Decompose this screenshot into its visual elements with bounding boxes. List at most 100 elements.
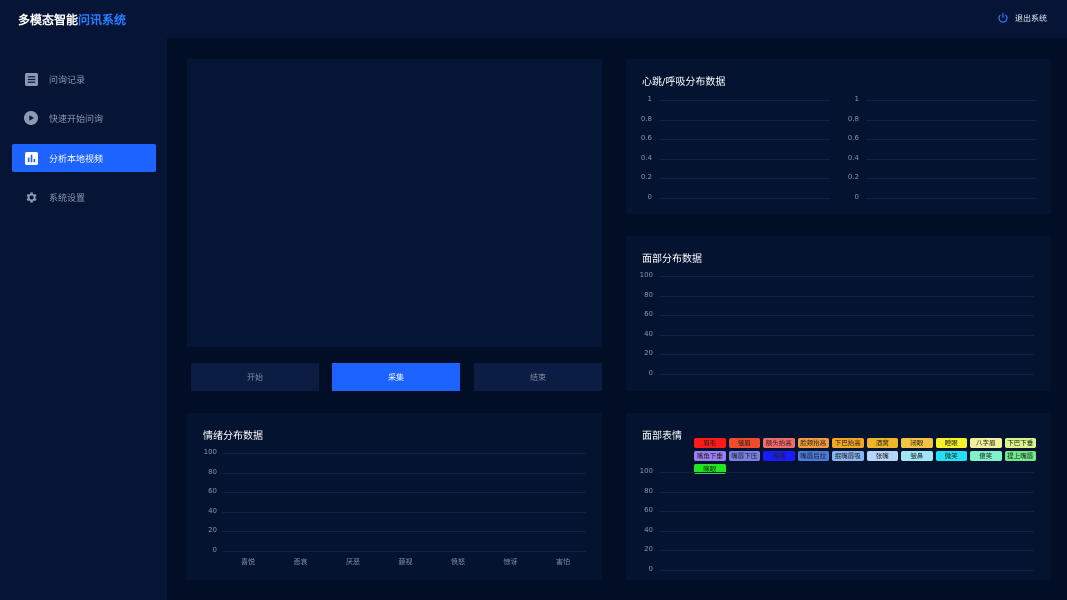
gridline — [222, 492, 586, 494]
legend-item[interactable]: 提上嘴唇 — [1004, 451, 1036, 461]
logout-label: 退出系统 — [1015, 13, 1047, 23]
gridline — [660, 472, 1034, 473]
gridline — [660, 334, 1034, 336]
gridline — [660, 354, 1034, 355]
app-title-accent: 问讯系统 — [78, 13, 127, 27]
gridline — [222, 511, 586, 513]
bar-chart-icon — [24, 151, 38, 165]
gridline — [866, 139, 1036, 141]
y-tick-label: 20 — [644, 545, 653, 553]
legend-item[interactable]: 嘴角下垂 — [694, 451, 726, 461]
sidebar-item-label: 快速开始问询 — [49, 114, 104, 125]
app-title-main: 多模态智能 — [18, 13, 79, 27]
legend-item[interactable]: 八字眉 — [970, 438, 1002, 448]
y-tick-label: 40 — [644, 525, 653, 534]
legend-item[interactable]: 皱鼻 — [901, 451, 933, 461]
y-tick-label: 60 — [644, 310, 653, 318]
x-tick-label: 厌恶 — [346, 558, 360, 566]
expression-legend: 眉毛 皱眉 额头抬高 脸颊抬高 下巴抬高 酒窝 闭眼 瞪眼 八字眉 下巴下垂嘴角下垂 嘴唇下压 嘟嘴嘴… — [694, 438, 1040, 474]
gridline — [660, 530, 1034, 532]
sidebar-item-settings[interactable]: 系统设置 — [12, 183, 156, 211]
sidebar-item-records[interactable]: 问询记录 — [12, 65, 156, 93]
gridline — [866, 198, 1036, 199]
gridline — [866, 119, 1036, 121]
legend-item[interactable]: 脸颊抬高 — [797, 438, 829, 448]
sidebar-item-analyze-video[interactable]: 分析本地视频 — [12, 144, 156, 172]
gridline — [660, 315, 1034, 316]
gear-icon — [24, 190, 38, 204]
y-tick-label: 0.2 — [640, 173, 652, 182]
x-tick-label: 喜悦 — [241, 558, 255, 566]
y-tick-label: 60 — [644, 506, 653, 514]
y-tick-label: 0.8 — [640, 114, 652, 123]
gridline — [660, 198, 830, 199]
emotion-distribution-panel: 情绪分布数据 — [187, 413, 602, 580]
video-preview — [187, 59, 602, 347]
y-tick-label: 60 — [208, 487, 217, 496]
y-tick-label: 0.2 — [847, 173, 859, 182]
y-tick-label: 100 — [639, 467, 653, 475]
y-tick-label: 100 — [203, 448, 217, 456]
x-tick-label: 悲哀 — [293, 558, 308, 566]
y-tick-label: 0.4 — [847, 153, 859, 162]
sidebar-item-quick-start[interactable]: 快速开始问询 — [12, 104, 156, 132]
y-tick-label: 20 — [644, 349, 653, 357]
legend-item[interactable]: 下巴下垂 — [1004, 438, 1036, 448]
gridline — [660, 100, 830, 101]
gridline — [660, 178, 830, 180]
end-button[interactable]: 结束 — [474, 363, 602, 391]
x-tick-label: 藐视 — [398, 558, 413, 566]
y-tick-label: 20 — [208, 526, 217, 535]
x-tick-label: 惊讶 — [503, 558, 518, 566]
power-icon — [998, 12, 1008, 23]
gridline — [866, 100, 1036, 101]
y-tick-label: 0.6 — [640, 134, 652, 143]
gridline — [222, 551, 586, 552]
gridline — [660, 491, 1034, 493]
y-tick-label: 80 — [644, 290, 653, 299]
legend-item[interactable]: 闭眼 — [901, 438, 933, 448]
play-icon — [24, 111, 38, 125]
gridline — [660, 158, 830, 160]
legend-item[interactable]: 微笑 — [935, 451, 967, 461]
x-tick-label: 愤怒 — [451, 558, 465, 566]
legend-item[interactable]: 下巴抬高 — [832, 438, 864, 448]
y-tick-label: 0.6 — [847, 134, 859, 143]
y-tick-label: 0 — [212, 546, 217, 554]
capture-button[interactable]: 采集 — [332, 363, 460, 391]
face-distribution-panel: 面部分布数据 — [626, 236, 1051, 391]
legend-item[interactable]: 张嘴 — [866, 451, 898, 461]
y-tick-label: 40 — [644, 329, 653, 338]
panel-title: 心跳/呼吸分布数据 — [642, 77, 726, 88]
logout-button[interactable]: 退出系统 — [997, 12, 1047, 24]
y-tick-label: 100 — [639, 271, 653, 279]
y-tick-label: 40 — [208, 506, 217, 515]
legend-item[interactable]: 皱眉 — [728, 438, 760, 448]
legend-item[interactable]: 眉毛 — [694, 438, 726, 448]
gridline — [660, 511, 1034, 512]
legend-item[interactable]: 嘟嘴 — [763, 451, 795, 461]
legend-item[interactable]: 傻笑 — [970, 451, 1002, 461]
sidebar-item-label: 分析本地视频 — [49, 154, 104, 165]
legend-item[interactable]: 抿嘴唇吸 — [832, 451, 864, 461]
y-tick-label: 1 — [854, 95, 859, 103]
start-button[interactable]: 开始 — [191, 363, 319, 391]
y-tick-label: 0.8 — [847, 114, 859, 123]
sidebar-item-label: 系统设置 — [49, 193, 86, 204]
legend-item[interactable]: 嘴唇下压 — [728, 451, 760, 461]
gridline — [660, 119, 830, 121]
app-title: 多模态智能问讯系统 — [18, 11, 126, 28]
y-tick-label: 0 — [648, 564, 653, 573]
legend-item[interactable]: 瞪眼 — [935, 438, 967, 448]
legend-item[interactable]: 酒窝 — [866, 438, 898, 448]
panel-title: 面部分布数据 — [642, 254, 702, 265]
gridline — [222, 531, 586, 533]
gridline — [660, 373, 1034, 375]
y-tick-label: 0 — [647, 193, 652, 201]
legend-item[interactable]: 额头抬高 — [763, 438, 795, 448]
gridline — [660, 276, 1034, 277]
gridline — [660, 139, 830, 141]
legend-item[interactable]: 嘴唇后拉 — [797, 451, 829, 461]
y-tick-label: 0 — [648, 368, 653, 377]
gridline — [660, 295, 1034, 297]
